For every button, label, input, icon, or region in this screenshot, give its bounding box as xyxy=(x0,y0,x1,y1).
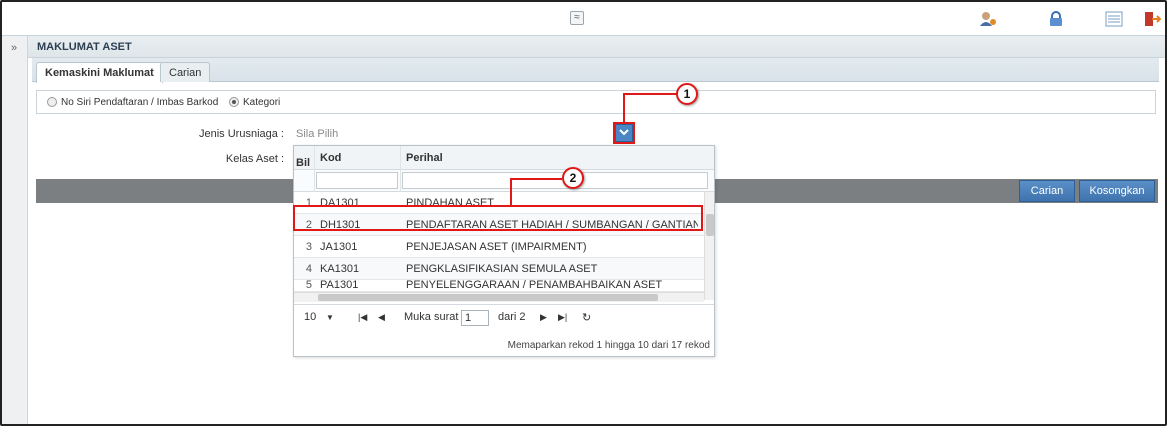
collapse-header-button[interactable]: ≈ xyxy=(570,11,584,25)
vertical-scroll-thumb[interactable] xyxy=(706,214,714,236)
page-size-select[interactable]: 10 xyxy=(304,311,316,323)
kelas-aset-label: Kelas Aset : xyxy=(225,153,284,165)
tab-bar: Kemaskini Maklumat Carian xyxy=(32,58,1159,83)
grid-horizontal-scrollbar[interactable] xyxy=(294,292,704,302)
jenis-urusniaga-select[interactable]: Sila Pilih xyxy=(292,125,634,143)
radio-kategori-label: Kategori xyxy=(243,97,281,108)
search-mode-group: No Siri Pendaftaran / Imbas Barkod Kateg… xyxy=(36,90,1156,114)
prev-page-icon[interactable]: ◀ xyxy=(378,312,385,323)
filter-kod-input[interactable] xyxy=(316,172,398,189)
row-kod: JA1301 xyxy=(320,241,358,253)
row-perihal: PENGKLASIFIKASIAN SEMULA ASET xyxy=(406,263,598,275)
row-perihal: PENJEJASAN ASET (IMPAIRMENT) xyxy=(406,241,587,253)
grid-filter-row xyxy=(294,170,714,192)
panel-header: MAKLUMAT ASET xyxy=(28,36,1165,58)
header-bil: Bil xyxy=(296,157,311,169)
top-toolbar: ≈ xyxy=(2,2,1165,36)
record-status: Memaparkan rekod 1 hingga 10 dari 17 rek… xyxy=(507,340,710,351)
last-page-icon[interactable]: ▶| xyxy=(558,312,567,323)
jenis-urusniaga-dropdown-grid: Bil Kod Perihal 1 DA1301 PINDAHAN ASET 2… xyxy=(293,145,715,357)
grid-row[interactable]: 5 PA1301 PENYELENGGARAAN / PENAMBAHBAIKA… xyxy=(294,280,704,292)
filter-perihal-input[interactable] xyxy=(402,172,708,189)
row-kod: PA1301 xyxy=(320,280,359,291)
list-view-icon[interactable] xyxy=(1105,11,1123,27)
radio-no-siri-label: No Siri Pendaftaran / Imbas Barkod xyxy=(61,97,219,108)
lock-icon[interactable] xyxy=(1047,11,1065,27)
header-perihal[interactable]: Perihal xyxy=(406,152,443,164)
row-bil: 4 xyxy=(305,263,312,275)
radio-no-siri[interactable] xyxy=(47,97,57,107)
grid-header: Bil Kod Perihal xyxy=(294,146,714,170)
tab-kemaskini-maklumat[interactable]: Kemaskini Maklumat xyxy=(36,62,163,83)
annotation-box-row-2 xyxy=(293,205,703,231)
page-label: Muka surat xyxy=(404,311,459,323)
first-page-icon[interactable]: |◀ xyxy=(358,312,367,323)
step-1-callout: 1 xyxy=(676,83,698,105)
grid-row[interactable]: 4 KA1301 PENGKLASIFIKASIAN SEMULA ASET xyxy=(294,258,704,280)
header-kod[interactable]: Kod xyxy=(320,152,341,164)
grid-pager: 10 ▼ |◀ ◀ Muka surat 1 dari 2 ▶ ▶| ↻ xyxy=(294,304,714,330)
step-2-callout: 2 xyxy=(562,167,584,189)
panel-title: MAKLUMAT ASET xyxy=(37,41,132,53)
row-kod: KA1301 xyxy=(320,263,360,275)
left-rail xyxy=(2,36,28,424)
grid-vertical-scrollbar[interactable] xyxy=(704,192,714,300)
jenis-urusniaga-value: Sila Pilih xyxy=(296,128,339,140)
next-page-icon[interactable]: ▶ xyxy=(540,312,547,323)
row-perihal: PENYELENGGARAAN / PENAMBAHBAIKAN ASET xyxy=(406,280,663,291)
annotation-box-dropdown-arrow xyxy=(613,122,635,144)
grid-row[interactable]: 3 JA1301 PENJEJASAN ASET (IMPAIRMENT) xyxy=(294,236,704,258)
page-number-input[interactable]: 1 xyxy=(461,310,489,326)
jenis-urusniaga-label: Jenis Urusniaga : xyxy=(199,128,284,140)
radio-kategori[interactable] xyxy=(229,97,239,107)
kosongkan-button[interactable]: Kosongkan xyxy=(1079,180,1155,202)
carian-button[interactable]: Carian xyxy=(1019,180,1075,202)
app-window: ≈ » MAKLUMAT ASET Kemaskini Maklumat Car… xyxy=(0,0,1167,426)
logout-icon[interactable] xyxy=(1143,11,1162,27)
expand-rail-icon[interactable]: » xyxy=(11,42,17,54)
user-settings-icon[interactable] xyxy=(979,11,997,27)
row-bil: 5 xyxy=(305,280,312,291)
refresh-icon[interactable]: ↻ xyxy=(582,311,591,324)
tab-carian[interactable]: Carian xyxy=(160,62,211,82)
page-of-label: dari 2 xyxy=(498,311,526,323)
horizontal-scroll-thumb[interactable] xyxy=(318,294,658,301)
page-size-arrow-icon[interactable]: ▼ xyxy=(326,313,334,322)
row-bil: 3 xyxy=(305,241,312,253)
